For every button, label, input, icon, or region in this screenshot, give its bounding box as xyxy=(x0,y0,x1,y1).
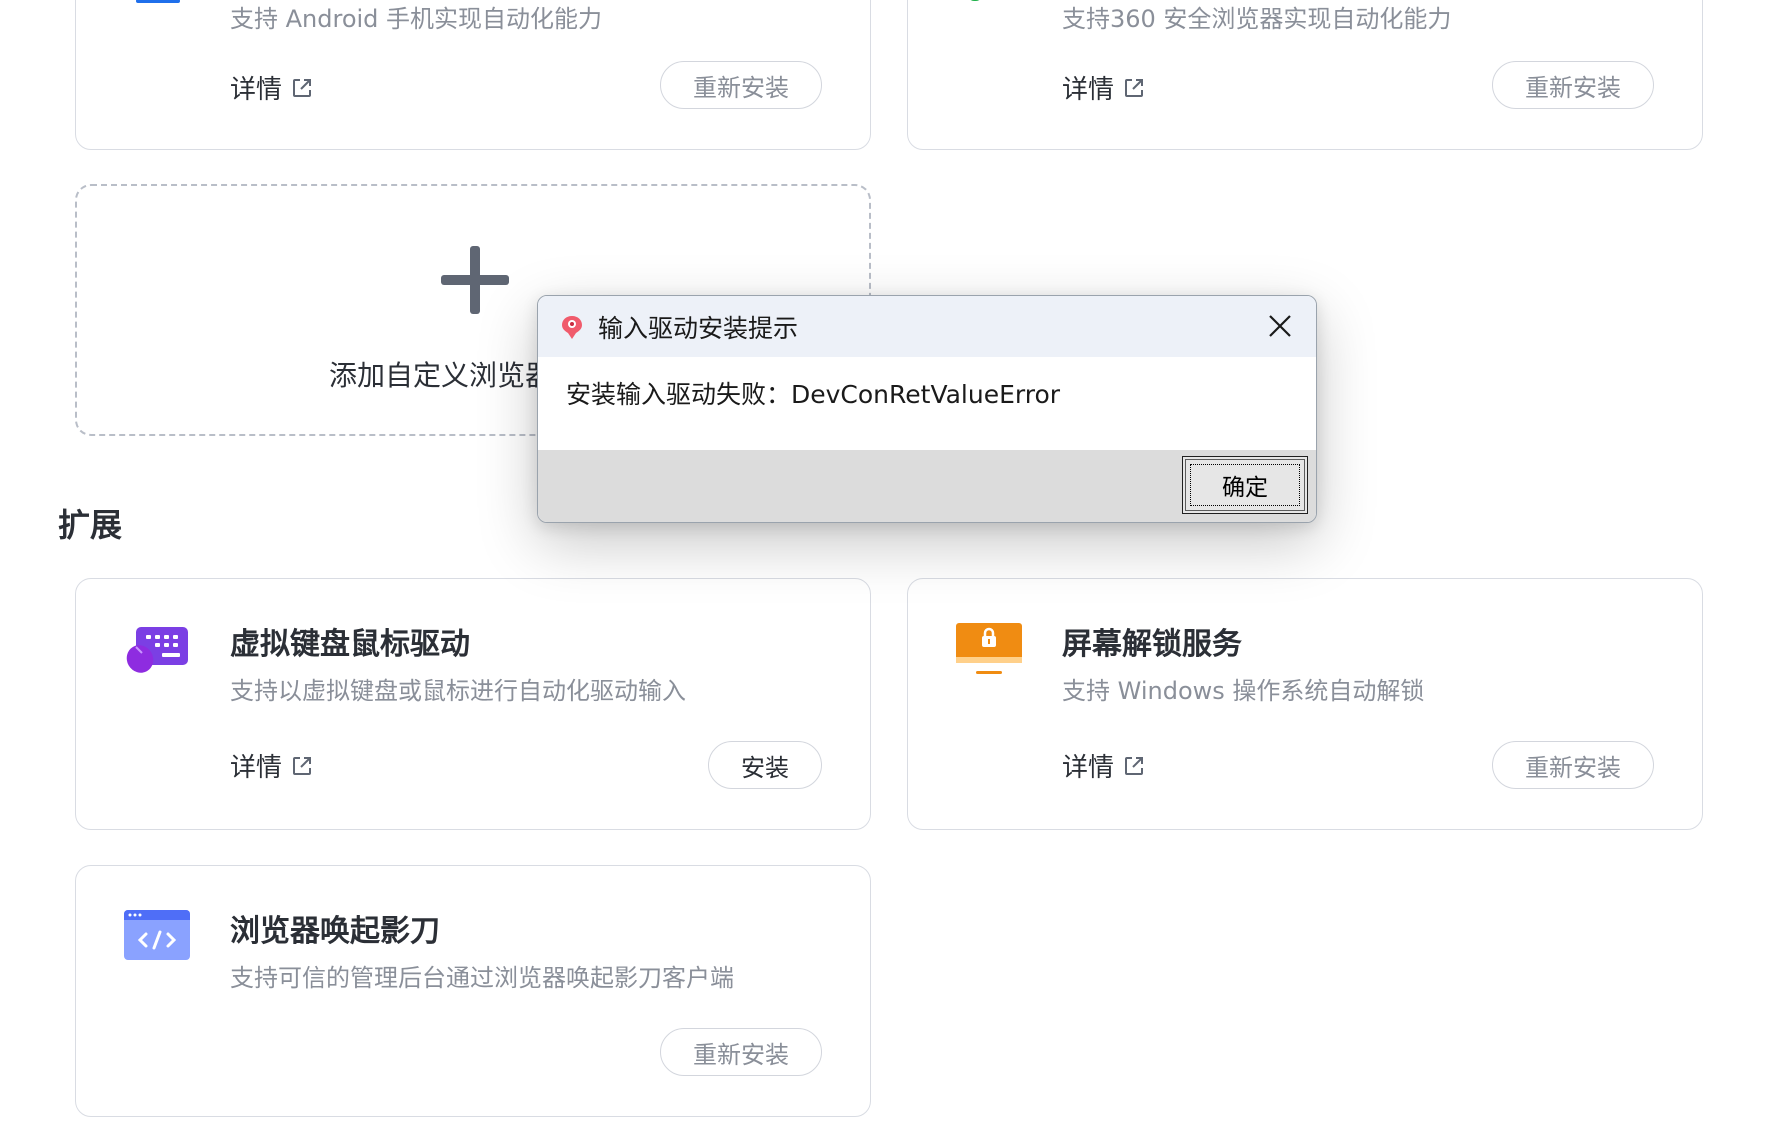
install-button[interactable]: 安装 xyxy=(708,741,822,789)
plus-icon xyxy=(441,246,509,314)
screen-unlock-card: 屏幕解锁服务 支持 Windows 操作系统自动解锁 详情 重新安装 xyxy=(907,578,1703,830)
app-logo-icon xyxy=(562,315,582,339)
android-icon xyxy=(136,0,180,3)
browser-code-icon xyxy=(124,910,190,960)
reinstall-button[interactable]: 重新安装 xyxy=(660,61,822,109)
external-link-icon xyxy=(293,756,312,775)
driver-install-dialog: 输入驱动安装提示 安装输入驱动失败：DevConRetValueError 确定 xyxy=(537,295,1317,523)
external-link-icon xyxy=(1125,78,1144,97)
reinstall-button[interactable]: 重新安装 xyxy=(1492,61,1654,109)
section-title: 扩展 xyxy=(58,506,123,544)
ok-button[interactable]: 确定 xyxy=(1182,456,1308,514)
dialog-title-bar: 输入驱动安装提示 xyxy=(538,296,1316,357)
external-link-icon xyxy=(293,78,312,97)
browser-360-icon xyxy=(968,0,982,1)
card-desc: 支持 Android 手机实现自动化能力 xyxy=(230,5,603,33)
dialog-message: 安装输入驱动失败：DevConRetValueError xyxy=(538,357,1316,449)
browser-wake-card: 浏览器唤起影刀 支持可信的管理后台通过浏览器唤起影刀客户端 重新安装 xyxy=(75,865,871,1117)
reinstall-button[interactable]: 重新安装 xyxy=(660,1028,822,1076)
external-link-icon xyxy=(1125,756,1144,775)
android-card: 支持 Android 手机实现自动化能力 详情 重新安装 xyxy=(75,0,871,150)
details-label: 详情 xyxy=(1062,75,1115,105)
dialog-footer: 确定 xyxy=(538,450,1316,522)
details-link[interactable]: 详情 xyxy=(1062,747,1146,784)
details-label: 详情 xyxy=(230,753,283,783)
card-title: 虚拟键盘鼠标驱动 xyxy=(230,627,470,662)
card-desc: 支持 Windows 操作系统自动解锁 xyxy=(1062,677,1425,705)
card-title: 浏览器唤起影刀 xyxy=(230,914,440,949)
ok-label: 确定 xyxy=(1222,475,1268,501)
browser-360-card: 支持360 安全浏览器实现自动化能力 详情 重新安装 xyxy=(907,0,1703,150)
details-link[interactable]: 详情 xyxy=(1062,69,1146,106)
page: 支持 Android 手机实现自动化能力 详情 重新安装 支持360 安全浏览器… xyxy=(0,0,1792,1132)
screen-lock-icon xyxy=(956,623,1022,674)
details-label: 详情 xyxy=(230,75,283,105)
details-link[interactable]: 详情 xyxy=(230,747,314,784)
reinstall-button[interactable]: 重新安装 xyxy=(1492,741,1654,789)
close-icon[interactable] xyxy=(1266,312,1294,340)
keyboard-mouse-icon xyxy=(126,627,188,673)
card-title: 屏幕解锁服务 xyxy=(1062,627,1242,662)
details-link[interactable]: 详情 xyxy=(230,69,314,106)
details-label: 详情 xyxy=(1062,753,1115,783)
card-desc: 支持可信的管理后台通过浏览器唤起影刀客户端 xyxy=(230,964,734,992)
virtual-keyboard-mouse-card: 虚拟键盘鼠标驱动 支持以虚拟键盘或鼠标进行自动化驱动输入 详情 安装 xyxy=(75,578,871,830)
card-desc: 支持以虚拟键盘或鼠标进行自动化驱动输入 xyxy=(230,677,686,705)
add-browser-label: 添加自定义浏览器 xyxy=(329,359,554,392)
dialog-title: 输入驱动安装提示 xyxy=(598,313,799,343)
card-desc: 支持360 安全浏览器实现自动化能力 xyxy=(1062,5,1452,33)
